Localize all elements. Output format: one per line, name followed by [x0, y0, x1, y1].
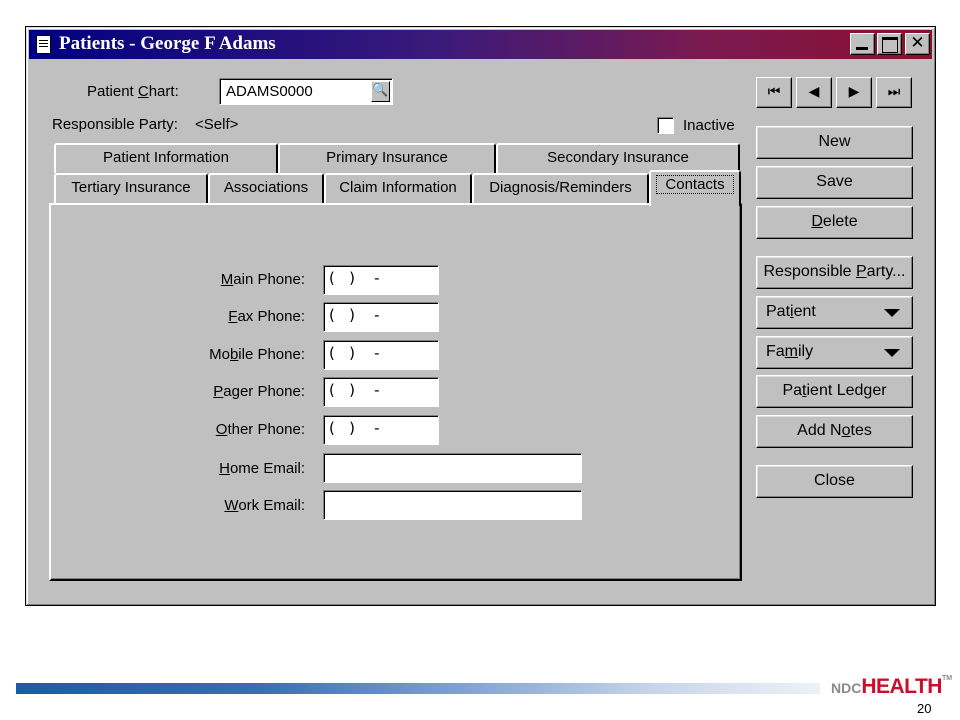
responsible-party-button[interactable]: Responsible Party...	[756, 256, 913, 289]
tab-diagnosis-reminders[interactable]: Diagnosis/Reminders	[472, 173, 649, 204]
mobile-phone-input[interactable]: ( ) -	[323, 340, 439, 370]
work-email-input[interactable]	[323, 490, 582, 520]
new-button[interactable]: New	[756, 126, 913, 159]
last-record-icon: ⏭	[887, 84, 901, 100]
maximize-button[interactable]	[877, 33, 902, 55]
tab-associations[interactable]: Associations	[208, 173, 324, 204]
add-notes-button[interactable]: Add Notes	[756, 415, 913, 448]
close-window-button[interactable]: ✕	[905, 33, 930, 55]
tab-claim-information[interactable]: Claim Information	[324, 173, 472, 204]
ndc-health-logo: NDCHEALTHTM	[831, 675, 953, 698]
footer-gradient-bar	[16, 683, 820, 694]
dropdown-arrow-icon	[884, 309, 900, 317]
inactive-label: Inactive	[683, 117, 735, 134]
previous-record-button[interactable]: ◀	[796, 77, 832, 108]
tab-primary-insurance[interactable]: Primary Insurance	[278, 143, 496, 173]
pager-phone-input[interactable]: ( ) -	[323, 377, 439, 407]
first-record-icon: ⏮	[767, 84, 781, 100]
mobile-phone-label: Mobile Phone:	[209, 346, 305, 363]
patient-chart-input[interactable]: ADAMS0000 🔍	[219, 78, 393, 105]
inactive-checkbox[interactable]	[657, 117, 674, 134]
page-number: 20	[917, 701, 932, 716]
patient-dropdown-button[interactable]: Patient	[756, 296, 913, 329]
close-button[interactable]: Close	[756, 465, 913, 498]
tab-patient-information[interactable]: Patient Information	[54, 143, 278, 173]
tab-secondary-insurance[interactable]: Secondary Insurance	[496, 143, 740, 173]
next-record-icon: ▶	[848, 84, 860, 100]
other-phone-label: Other Phone:	[215, 421, 305, 438]
last-record-button[interactable]: ⏭	[876, 77, 912, 108]
pager-phone-label: Pager Phone:	[213, 383, 305, 400]
previous-record-icon: ◀	[808, 84, 820, 100]
save-button[interactable]: Save	[756, 166, 913, 199]
tab-contacts[interactable]: Contacts	[649, 170, 741, 206]
responsible-party-label: Responsible Party:	[52, 116, 178, 133]
first-record-button[interactable]: ⏮	[756, 77, 792, 108]
lookup-button[interactable]: 🔍	[371, 81, 390, 102]
responsible-party-value: <Self>	[195, 116, 239, 133]
home-email-input[interactable]	[323, 453, 582, 483]
minimize-button[interactable]	[850, 33, 875, 55]
home-email-label: Home Email:	[219, 460, 305, 477]
contacts-panel: Main Phone: ( ) - Fax Phone: ( ) - Mobil…	[49, 203, 742, 581]
patients-window: Patients - George F Adams ✕ Patient Char…	[25, 26, 936, 606]
tab-tertiary-insurance[interactable]: Tertiary Insurance	[54, 173, 208, 204]
main-phone-label: Main Phone:	[220, 271, 305, 288]
title-bar[interactable]: Patients - George F Adams ✕	[29, 30, 932, 59]
fax-phone-input[interactable]: ( ) -	[323, 302, 439, 332]
document-icon	[36, 35, 51, 54]
fax-phone-label: Fax Phone:	[228, 308, 305, 325]
delete-button[interactable]: Delete	[756, 206, 913, 239]
family-dropdown-button[interactable]: Family	[756, 336, 913, 369]
dropdown-arrow-icon	[884, 349, 900, 357]
patient-chart-label: Patient Chart:	[87, 83, 179, 100]
tab-contacts-label: Contacts	[656, 175, 734, 194]
patient-ledger-button[interactable]: Patient Ledger	[756, 375, 913, 408]
work-email-label: Work Email:	[224, 497, 305, 514]
magnifier-icon: 🔍	[372, 83, 389, 98]
other-phone-input[interactable]: ( ) -	[323, 415, 439, 445]
next-record-button[interactable]: ▶	[836, 77, 872, 108]
window-title: Patients - George F Adams	[59, 33, 276, 54]
patient-chart-value: ADAMS0000	[226, 83, 313, 100]
main-phone-input[interactable]: ( ) -	[323, 265, 439, 295]
